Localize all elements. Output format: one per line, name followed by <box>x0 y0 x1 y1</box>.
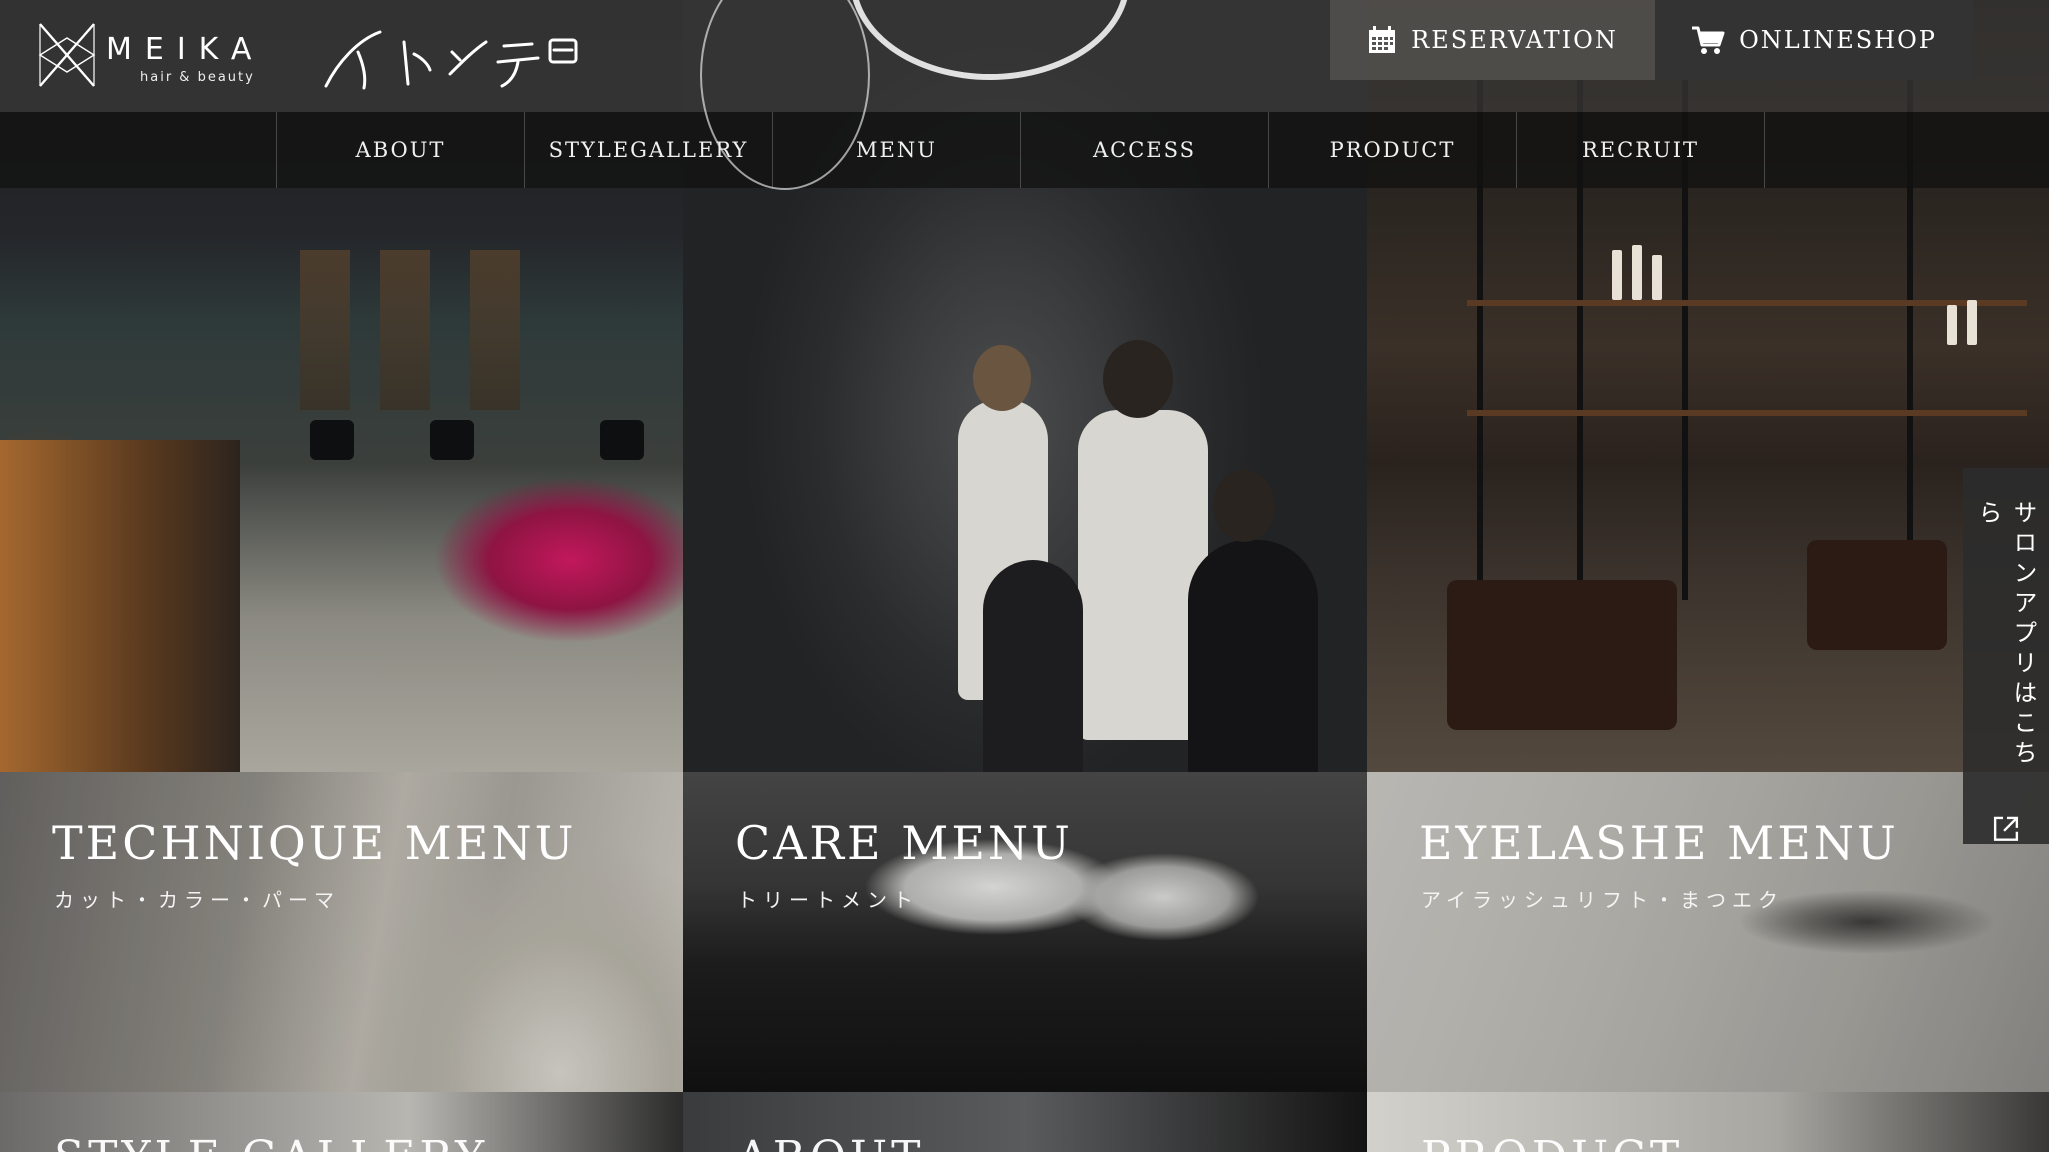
client-head <box>1213 470 1275 542</box>
stylist-head <box>1103 340 1173 418</box>
shelf-decor <box>300 250 350 410</box>
product-bottle <box>1967 300 1977 345</box>
nav-item-about[interactable]: ABOUT <box>276 112 524 188</box>
salon-chair <box>310 420 354 460</box>
reservation-button[interactable]: RESERVATION <box>1330 0 1655 80</box>
product-bottle <box>1612 250 1622 300</box>
product-tile[interactable]: PRODUCT <box>1367 1092 2049 1152</box>
tile-title: EYELASHE MENU <box>1419 816 1899 870</box>
shelf-decor <box>470 250 520 410</box>
calendar-icon <box>1369 26 1396 53</box>
tile-title: PRODUCT <box>1421 1132 1683 1152</box>
nav-item-stylegallery[interactable]: STYLEGALLERY <box>524 112 772 188</box>
client-cape <box>1188 540 1318 772</box>
external-link-icon <box>1993 817 2019 842</box>
nav-divider <box>1764 112 1765 188</box>
eyelashe-menu-tile[interactable]: EYELASHE MENU アイラッシュリフト・まつエク <box>1367 772 2049 1092</box>
site-logo[interactable]: MEIKA hair & beauty <box>36 18 296 94</box>
style-gallery-tile[interactable]: STYLE GALLERY <box>0 1092 683 1152</box>
shelf-decor <box>380 250 430 410</box>
reception-counter <box>0 440 240 772</box>
salon-chair <box>1447 580 1677 730</box>
tile-title: TECHNIQUE MENU <box>52 816 577 870</box>
nav-item-recruit[interactable]: RECRUIT <box>1516 112 1764 188</box>
technique-menu-tile[interactable]: TECHNIQUE MENU カット・カラー・パーマ <box>0 772 683 1092</box>
online-shop-label: ONLINESHOP <box>1739 26 1937 54</box>
product-bottle <box>1947 305 1957 345</box>
tile-title: STYLE GALLERY <box>54 1132 488 1152</box>
online-shop-button[interactable]: ONLINESHOP <box>1655 0 1973 80</box>
care-menu-tile[interactable]: CARE MENU トリートメント <box>683 772 1367 1092</box>
nav-item-menu[interactable]: MENU <box>772 112 1020 188</box>
logo-mark <box>38 23 96 87</box>
tile-subtitle: トリートメント <box>737 888 919 912</box>
tile-subtitle: カット・カラー・パーマ <box>54 888 340 912</box>
client-cape <box>983 560 1083 772</box>
shelf-line <box>1467 300 2027 306</box>
brand-script-logo[interactable] <box>318 22 588 94</box>
salon-chair <box>600 420 644 460</box>
nav-item-product[interactable]: PRODUCT <box>1268 112 1516 188</box>
salon-chair <box>430 420 474 460</box>
tile-title: ABOUT <box>737 1132 924 1152</box>
salon-chair <box>1807 540 1947 650</box>
salon-app-tab[interactable]: サロンアプリはこちら <box>1963 468 2049 844</box>
reservation-label: RESERVATION <box>1411 26 1618 54</box>
logo-name: MEIKA <box>106 32 265 67</box>
about-tile[interactable]: ABOUT <box>683 1092 1367 1152</box>
nav-item-access[interactable]: ACCESS <box>1020 112 1268 188</box>
salon-app-label: サロンアプリはこちら <box>1974 500 2037 770</box>
logo-tagline: hair & beauty <box>140 70 255 85</box>
stylist-head <box>973 345 1031 411</box>
product-bottle <box>1652 255 1662 300</box>
shelf-line <box>1467 410 2027 416</box>
tile-title: CARE MENU <box>735 816 1073 870</box>
cart-icon <box>1692 26 1725 54</box>
tile-subtitle: アイラッシュリフト・まつエク <box>1421 888 1784 912</box>
product-bottle <box>1632 245 1642 300</box>
